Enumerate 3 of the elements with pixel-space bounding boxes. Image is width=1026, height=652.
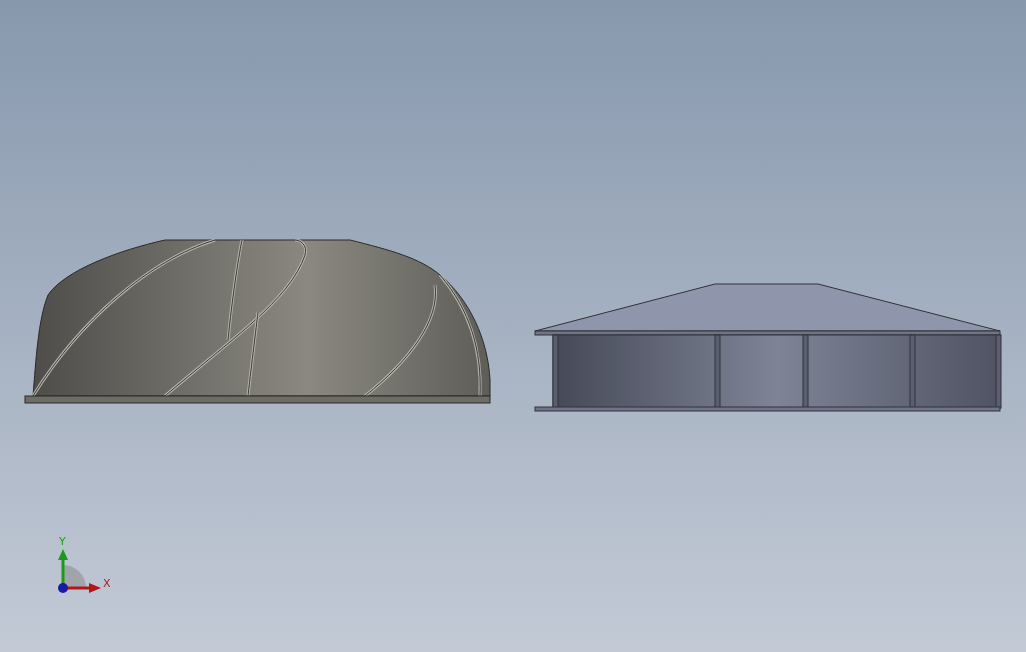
x-axis-label: X bbox=[103, 577, 111, 590]
axis-triad-drawing bbox=[58, 549, 101, 593]
y-axis-label: Y bbox=[59, 535, 66, 548]
